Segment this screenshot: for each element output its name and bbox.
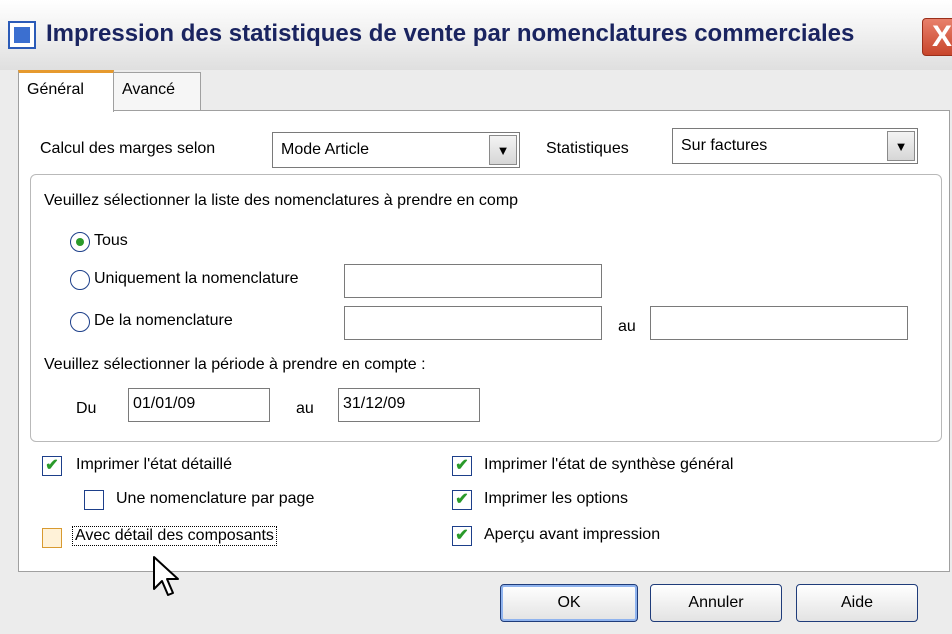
margins-select-value: Mode Article bbox=[281, 141, 370, 158]
close-button[interactable]: X bbox=[922, 18, 952, 56]
window-title: Impression des statistiques de vente par… bbox=[46, 20, 855, 47]
period-from-input[interactable]: 01/01/09 bbox=[128, 388, 270, 422]
chevron-down-icon[interactable]: ▼ bbox=[489, 135, 517, 165]
radio-de-la-nomenclature[interactable] bbox=[70, 312, 90, 332]
checkbox-etat-detaille[interactable]: ✔ bbox=[42, 456, 62, 476]
checkbox-une-nomenclature-par-page-label[interactable]: Une nomenclature par page bbox=[116, 490, 314, 508]
nomenclature-from-input[interactable] bbox=[344, 306, 602, 340]
radio-uniquement[interactable] bbox=[70, 270, 90, 290]
nomenclature-prompt: Veuillez sélectionner la liste des nomen… bbox=[44, 192, 519, 209]
checkbox-detail-composants[interactable] bbox=[42, 528, 62, 548]
statistiques-select-value: Sur factures bbox=[681, 137, 768, 154]
checkbox-detail-composants-label[interactable]: Avec détail des composants bbox=[72, 526, 277, 546]
margins-label: Calcul des marges selon bbox=[40, 140, 216, 157]
checkbox-synthese-general-label[interactable]: Imprimer l'état de synthèse général bbox=[484, 456, 733, 474]
period-to-label: au bbox=[296, 400, 314, 417]
tab-general[interactable]: Général bbox=[18, 70, 114, 112]
radio-uniquement-label[interactable]: Uniquement la nomenclature bbox=[94, 270, 299, 288]
period-from-label: Du bbox=[76, 400, 97, 417]
tab-avance[interactable]: Avancé bbox=[113, 72, 201, 110]
margins-select[interactable]: Mode Article ▼ bbox=[272, 132, 520, 168]
checkbox-imprimer-options[interactable]: ✔ bbox=[452, 490, 472, 510]
nomenclature-to-label: au bbox=[618, 318, 636, 335]
chevron-down-icon[interactable]: ▼ bbox=[887, 131, 915, 161]
checkbox-une-nomenclature-par-page[interactable] bbox=[84, 490, 104, 510]
radio-tous-label[interactable]: Tous bbox=[94, 232, 128, 250]
checkbox-apercu-label[interactable]: Aperçu avant impression bbox=[484, 526, 660, 544]
cancel-button[interactable]: Annuler bbox=[650, 584, 782, 622]
mouse-cursor-icon bbox=[153, 556, 179, 596]
statistiques-label: Statistiques bbox=[546, 140, 629, 157]
checkbox-apercu[interactable]: ✔ bbox=[452, 526, 472, 546]
app-icon bbox=[8, 21, 36, 49]
uniquement-input[interactable] bbox=[344, 264, 602, 298]
checkbox-imprimer-options-label[interactable]: Imprimer les options bbox=[484, 490, 628, 508]
ok-button[interactable]: OK bbox=[500, 584, 638, 622]
checkbox-etat-detaille-label[interactable]: Imprimer l'état détaillé bbox=[76, 456, 232, 474]
checkbox-synthese-general[interactable]: ✔ bbox=[452, 456, 472, 476]
period-to-input[interactable]: 31/12/09 bbox=[338, 388, 480, 422]
radio-de-la-nomenclature-label[interactable]: De la nomenclature bbox=[94, 312, 233, 330]
nomenclature-to-input[interactable] bbox=[650, 306, 908, 340]
statistiques-select[interactable]: Sur factures ▼ bbox=[672, 128, 918, 164]
radio-tous[interactable] bbox=[70, 232, 90, 252]
period-prompt: Veuillez sélectionner la période à prend… bbox=[44, 356, 426, 373]
help-button[interactable]: Aide bbox=[796, 584, 918, 622]
